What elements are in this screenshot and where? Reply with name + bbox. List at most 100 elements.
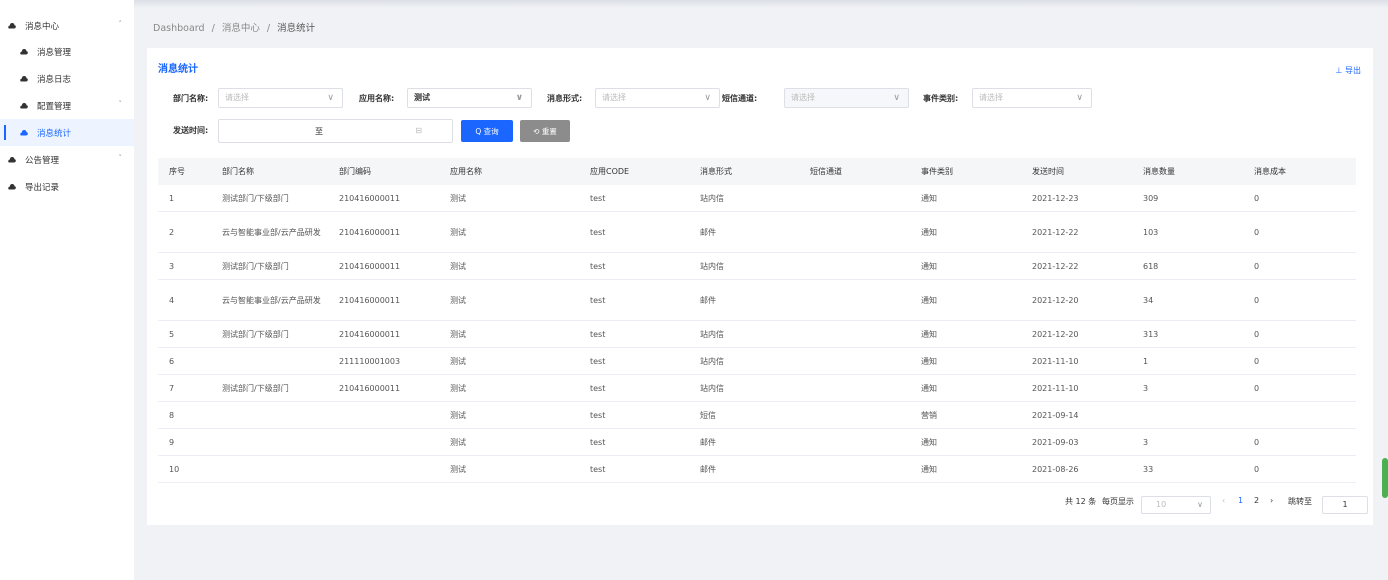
breadcrumb: Dashboard / 消息中心 / 消息统计	[153, 20, 319, 34]
sidebar-item-message-center[interactable]: 消息中心 ˄	[0, 12, 134, 39]
cell-send-time: 2021-12-22	[1032, 227, 1079, 237]
cell-dept-name: 测试部门/下级部门	[222, 329, 289, 339]
table-row: 7 测试部门/下级部门 210416000011 测试 test 站内信 通知 2021-11…	[158, 375, 1356, 402]
per-page-select[interactable]: 10 ∨	[1141, 496, 1211, 514]
cell-app-name: 测试	[450, 261, 466, 271]
cell-msg-cost	[1254, 402, 1354, 428]
sidebar-item-label: 消息管理	[37, 47, 72, 58]
sidebar-item-config-management[interactable]: 配置管理 ˅	[0, 92, 134, 119]
cell-dept-name	[222, 348, 332, 374]
cell-app-code: test	[590, 464, 606, 474]
cell-event-type: 营销	[921, 410, 937, 420]
scrollbar-thumb[interactable]	[1382, 458, 1388, 498]
table-row: 5 测试部门/下级部门 210416000011 测试 test 站内信 通知 2021-12…	[158, 321, 1356, 348]
cell-msg-count: 309	[1143, 193, 1159, 203]
cell-dept-code: 211110001003	[339, 356, 401, 366]
cell-send-time: 2021-12-20	[1032, 329, 1079, 339]
page-2-button[interactable]: 2	[1254, 496, 1259, 514]
cell-app-code: test	[590, 356, 606, 366]
cell-msg-count: 34	[1143, 295, 1154, 305]
event-select[interactable]: 请选择 ∨	[972, 88, 1092, 108]
cell-event-type: 通知	[921, 193, 937, 203]
cell-dept-name: 云与智能事业部/云产品研发	[222, 227, 321, 237]
cell-sms-channel	[810, 456, 910, 482]
cell-event-type: 通知	[921, 437, 937, 447]
cell-send-time: 2021-11-10	[1032, 383, 1079, 393]
app-select[interactable]: 测试 ∨	[407, 88, 532, 108]
sidebar-item-label: 消息日志	[37, 74, 72, 85]
cell-event-type: 通知	[921, 329, 937, 339]
cell-app-code: test	[590, 261, 606, 271]
cell-msg-cost: 0	[1254, 383, 1260, 393]
header-app-code: 应用CODE	[590, 167, 630, 176]
sidebar-item-message-management[interactable]: 消息管理	[0, 38, 134, 65]
cell-index: 10	[169, 464, 180, 474]
table-row: 6 211110001003 测试 test 站内信 通知 2021-11-10 1 0	[158, 348, 1356, 375]
cell-msg-form: 站内信	[700, 383, 724, 393]
top-divider	[134, 0, 1388, 8]
cell-msg-cost: 0	[1254, 295, 1260, 305]
breadcrumb-message-center[interactable]: 消息中心	[222, 23, 260, 34]
cell-msg-form: 邮件	[700, 437, 716, 447]
sidebar-item-notice-management[interactable]: 公告管理 ˅	[0, 146, 134, 173]
query-button[interactable]: Q 查询	[461, 120, 513, 142]
cell-send-time: 2021-11-10	[1032, 356, 1079, 366]
sidebar-item-label: 消息统计	[37, 128, 72, 139]
cell-event-type: 通知	[921, 383, 937, 393]
cell-app-code: test	[590, 329, 606, 339]
sidebar-item-label: 消息中心	[25, 21, 60, 32]
cell-msg-count: 313	[1143, 329, 1159, 339]
dept-label: 部门名称:	[173, 94, 209, 103]
export-button[interactable]: ⊥ 导出	[1335, 65, 1361, 76]
reset-button[interactable]: ⟲ 重置	[520, 120, 570, 142]
cell-event-type: 通知	[921, 261, 937, 271]
cell-msg-form: 邮件	[700, 464, 716, 474]
table-row: 10 测试 test 邮件 通知 2021-08-26 33 0	[158, 456, 1356, 483]
cell-sms-channel	[810, 429, 910, 455]
cell-dept-name: 测试部门/下级部门	[222, 193, 289, 203]
cell-msg-form: 邮件	[700, 295, 716, 305]
cell-msg-form: 站内信	[700, 261, 724, 271]
cell-send-time: 2021-09-14	[1032, 410, 1079, 420]
cell-index: 7	[169, 383, 175, 393]
sidebar-item-export-records[interactable]: 导出记录	[0, 173, 134, 200]
cell-msg-cost: 0	[1254, 437, 1260, 447]
header-index: 序号	[169, 167, 185, 176]
time-range-separator: 至	[315, 127, 323, 136]
cell-dept-name	[222, 456, 332, 482]
cell-app-code: test	[590, 227, 606, 237]
cell-dept-name: 测试部门/下级部门	[222, 383, 289, 393]
time-range-picker[interactable]: 至 ⊟	[218, 119, 453, 143]
header-sms-channel: 短信通道	[810, 167, 842, 176]
sidebar-item-message-stats[interactable]: 消息统计	[0, 119, 134, 146]
cloud-icon	[20, 75, 28, 82]
header-send-time: 发送时间	[1032, 167, 1064, 176]
dept-select-placeholder: 请选择	[225, 93, 249, 102]
prev-page-button[interactable]: ‹	[1222, 496, 1225, 514]
table-row: 3 测试部门/下级部门 210416000011 测试 test 站内信 通知 2021-12…	[158, 253, 1356, 280]
cell-msg-count: 33	[1143, 464, 1154, 474]
form-select[interactable]: 请选择 ∨	[595, 88, 720, 108]
dept-select[interactable]: 请选择 ∨	[218, 88, 343, 108]
cell-dept-code	[339, 456, 449, 482]
cell-app-name: 测试	[450, 329, 466, 339]
cell-dept-name	[222, 429, 332, 455]
sms-select[interactable]: 请选择 ∨	[784, 88, 909, 108]
sidebar-item-message-log[interactable]: 消息日志	[0, 65, 134, 92]
cell-index: 1	[169, 193, 175, 203]
jump-input[interactable]: 1	[1322, 496, 1368, 514]
breadcrumb-sep: /	[211, 23, 215, 34]
cell-send-time: 2021-12-22	[1032, 261, 1079, 271]
cloud-icon	[20, 129, 28, 136]
cell-index: 4	[169, 295, 175, 305]
header-app-name: 应用名称	[450, 167, 482, 176]
table-row: 2 云与智能事业部/云产品研发 210416000011 测试 test 邮件 通知 2021…	[158, 212, 1356, 253]
cell-msg-count: 3	[1143, 383, 1149, 393]
next-page-button[interactable]: ›	[1270, 496, 1273, 514]
cell-msg-form: 站内信	[700, 193, 724, 203]
breadcrumb-dashboard[interactable]: Dashboard	[153, 23, 205, 34]
cell-sms-channel	[810, 321, 910, 347]
calendar-icon: ⊟	[415, 126, 422, 135]
chevron-down-icon: ∨	[1197, 500, 1203, 509]
page-1-button[interactable]: 1	[1238, 496, 1243, 514]
